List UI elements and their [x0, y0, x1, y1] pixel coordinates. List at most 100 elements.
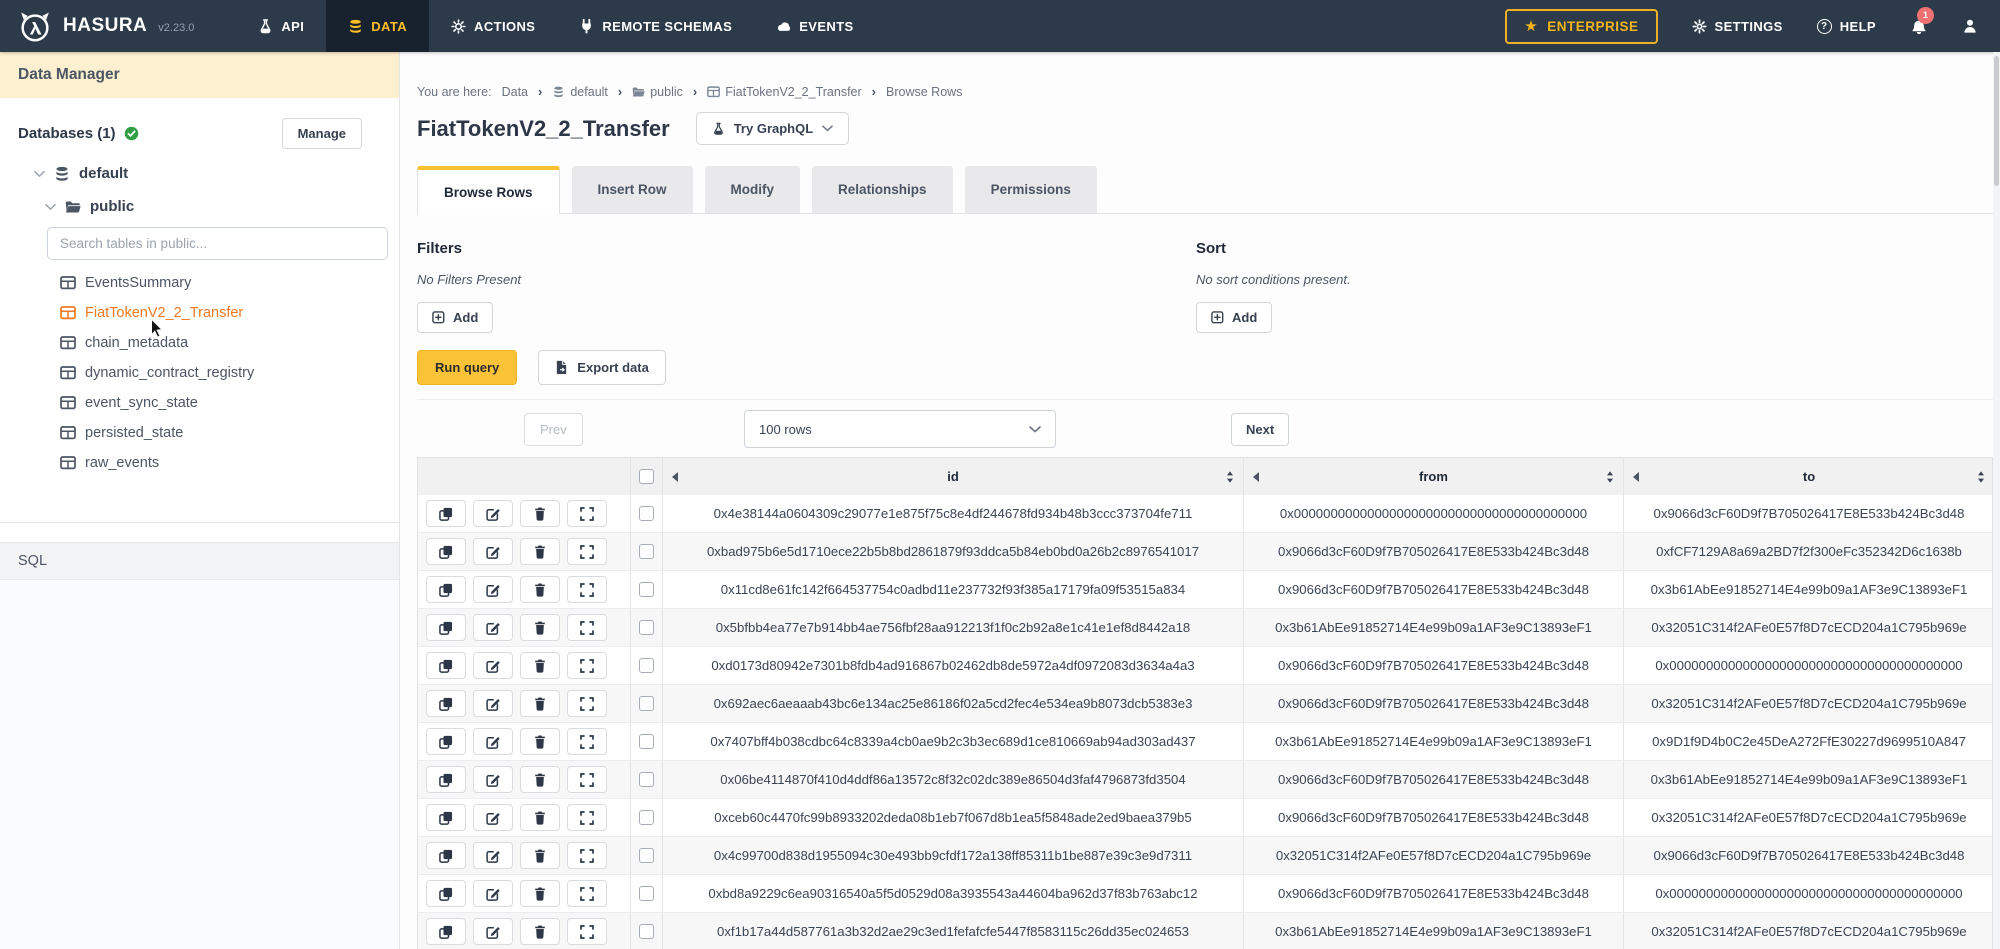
nav-item-data[interactable]: DATA — [326, 0, 429, 52]
clone-row-button[interactable] — [426, 842, 466, 869]
expand-row-button[interactable] — [567, 918, 607, 945]
expand-row-button[interactable] — [567, 576, 607, 603]
collapse-column-icon[interactable] — [672, 472, 678, 482]
table-list-item[interactable]: chain_metadata — [0, 328, 399, 358]
row-select-checkbox[interactable] — [639, 734, 654, 749]
hasura-brand[interactable]: HASURA v2.23.0 — [16, 7, 194, 45]
rows-per-page-select[interactable]: 100 rows — [744, 410, 1056, 448]
manage-button[interactable]: Manage — [282, 118, 362, 149]
breadcrumb-item-data[interactable]: Data — [502, 85, 528, 99]
delete-row-button[interactable] — [520, 576, 560, 603]
expand-row-button[interactable] — [567, 804, 607, 831]
vertical-scrollbar[interactable] — [1993, 52, 2000, 949]
expand-row-button[interactable] — [567, 880, 607, 907]
clone-row-button[interactable] — [426, 690, 466, 717]
edit-row-button[interactable] — [473, 880, 513, 907]
edit-row-button[interactable] — [473, 918, 513, 945]
row-select-checkbox[interactable] — [639, 620, 654, 635]
clone-row-button[interactable] — [426, 538, 466, 565]
sidebar-item-sql[interactable]: SQL — [0, 542, 399, 580]
row-select-checkbox[interactable] — [639, 696, 654, 711]
row-select-checkbox[interactable] — [639, 810, 654, 825]
row-select-checkbox[interactable] — [639, 658, 654, 673]
table-list-item-active[interactable]: FiatTokenV2_2_Transfer — [0, 298, 399, 328]
expand-row-button[interactable] — [567, 766, 607, 793]
select-all-checkbox[interactable] — [639, 469, 654, 484]
edit-row-button[interactable] — [473, 576, 513, 603]
clone-row-button[interactable] — [426, 880, 466, 907]
run-query-button[interactable]: Run query — [417, 350, 517, 385]
nav-item-api[interactable]: API — [236, 0, 326, 52]
breadcrumb-item-default[interactable]: default — [552, 85, 608, 99]
row-select-checkbox[interactable] — [639, 506, 654, 521]
clone-row-button[interactable] — [426, 766, 466, 793]
clone-row-button[interactable] — [426, 728, 466, 755]
chevron-down-icon[interactable] — [45, 203, 56, 211]
expand-row-button[interactable] — [567, 652, 607, 679]
try-graphql-button[interactable]: Try GraphQL — [696, 112, 849, 145]
notifications-button[interactable]: 1 — [1910, 17, 1928, 35]
tab-permissions[interactable]: Permissions — [965, 166, 1097, 213]
sort-column-icon[interactable] — [1226, 471, 1234, 483]
delete-row-button[interactable] — [520, 500, 560, 527]
delete-row-button[interactable] — [520, 842, 560, 869]
edit-row-button[interactable] — [473, 500, 513, 527]
clone-row-button[interactable] — [426, 500, 466, 527]
clone-row-button[interactable] — [426, 614, 466, 641]
row-select-checkbox[interactable] — [639, 544, 654, 559]
delete-row-button[interactable] — [520, 880, 560, 907]
expand-row-button[interactable] — [567, 500, 607, 527]
clone-row-button[interactable] — [426, 804, 466, 831]
sort-column-icon[interactable] — [1977, 471, 1985, 483]
edit-row-button[interactable] — [473, 614, 513, 641]
row-select-checkbox[interactable] — [639, 886, 654, 901]
breadcrumb-item-table[interactable]: FiatTokenV2_2_Transfer — [707, 85, 861, 99]
expand-row-button[interactable] — [567, 614, 607, 641]
table-list-item[interactable]: persisted_state — [0, 418, 399, 448]
help-button[interactable]: ? HELP — [1817, 19, 1876, 34]
user-menu-button[interactable] — [1962, 18, 1978, 34]
edit-row-button[interactable] — [473, 766, 513, 793]
delete-row-button[interactable] — [520, 538, 560, 565]
breadcrumb-item-browse-rows[interactable]: Browse Rows — [886, 85, 962, 99]
delete-row-button[interactable] — [520, 652, 560, 679]
row-select-checkbox[interactable] — [639, 582, 654, 597]
clone-row-button[interactable] — [426, 918, 466, 945]
delete-row-button[interactable] — [520, 804, 560, 831]
tab-insert-row[interactable]: Insert Row — [572, 166, 693, 213]
edit-row-button[interactable] — [473, 728, 513, 755]
database-tree-item-default[interactable]: default — [0, 165, 399, 182]
column-header-to[interactable]: to — [1624, 458, 1994, 495]
next-page-button[interactable]: Next — [1231, 413, 1289, 446]
edit-row-button[interactable] — [473, 652, 513, 679]
edit-row-button[interactable] — [473, 538, 513, 565]
delete-row-button[interactable] — [520, 766, 560, 793]
row-select-checkbox[interactable] — [639, 924, 654, 939]
delete-row-button[interactable] — [520, 614, 560, 641]
column-header-from[interactable]: from — [1244, 458, 1624, 495]
chevron-down-icon[interactable] — [34, 170, 45, 178]
delete-row-button[interactable] — [520, 690, 560, 717]
column-header-id[interactable]: id — [663, 458, 1244, 495]
nav-item-actions[interactable]: ACTIONS — [429, 0, 557, 52]
expand-row-button[interactable] — [567, 842, 607, 869]
table-list-item[interactable]: EventsSummary — [0, 268, 399, 298]
tab-modify[interactable]: Modify — [705, 166, 801, 213]
clone-row-button[interactable] — [426, 576, 466, 603]
sort-column-icon[interactable] — [1606, 471, 1614, 483]
edit-row-button[interactable] — [473, 690, 513, 717]
table-list-item[interactable]: event_sync_state — [0, 388, 399, 418]
delete-row-button[interactable] — [520, 918, 560, 945]
row-select-checkbox[interactable] — [639, 772, 654, 787]
collapse-column-icon[interactable] — [1633, 472, 1639, 482]
prev-page-button[interactable]: Prev — [524, 413, 583, 446]
delete-row-button[interactable] — [520, 728, 560, 755]
breadcrumb-item-public[interactable]: public — [632, 85, 683, 99]
tab-relationships[interactable]: Relationships — [812, 166, 953, 213]
nav-item-remote-schemas[interactable]: REMOTE SCHEMAS — [557, 0, 754, 52]
expand-row-button[interactable] — [567, 538, 607, 565]
scrollbar-thumb[interactable] — [1994, 56, 1999, 186]
enterprise-button[interactable]: ★ ENTERPRISE — [1505, 9, 1657, 44]
schema-tree-item-public[interactable]: public — [0, 198, 399, 215]
edit-row-button[interactable] — [473, 804, 513, 831]
